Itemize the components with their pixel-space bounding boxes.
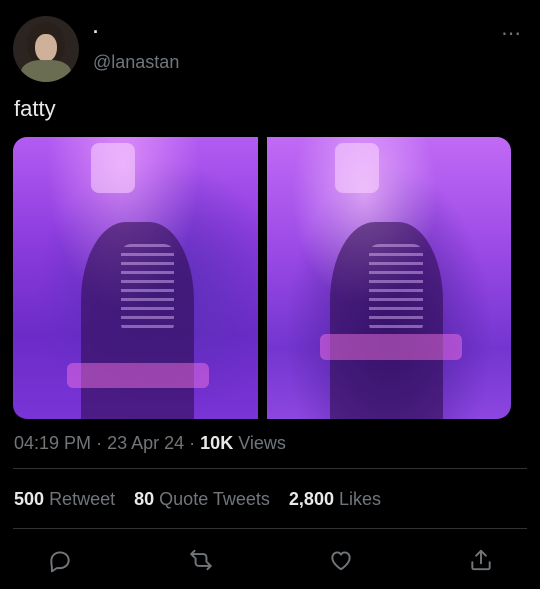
divider xyxy=(13,468,527,469)
quotes-label: Quote Tweets xyxy=(159,489,270,509)
retweet-icon xyxy=(190,549,212,571)
retweets-count: 500 xyxy=(14,489,45,509)
views-label: Views xyxy=(238,433,286,453)
tweet-time[interactable]: 04:19 PM xyxy=(14,433,91,453)
avatar-face xyxy=(35,34,57,62)
heart-icon xyxy=(331,551,351,571)
photo-phone-glow xyxy=(91,142,136,194)
likes-count: 2,800 xyxy=(288,489,334,509)
tweet-date[interactable]: 23 Apr 24 xyxy=(107,433,184,453)
more-options-icon[interactable]: ⋯ xyxy=(501,24,522,44)
display-name[interactable]: · xyxy=(93,22,99,42)
tweet-photo-2[interactable] xyxy=(266,137,511,419)
retweets-stat[interactable]: 500 Retweet xyxy=(14,489,120,509)
user-handle[interactable]: @lanastan xyxy=(93,51,179,73)
share-icon xyxy=(471,549,491,571)
reply-button[interactable] xyxy=(44,544,76,576)
quotes-count: 80 xyxy=(134,489,155,509)
photo-figure-waist xyxy=(66,362,209,388)
tweet-media xyxy=(13,137,511,419)
tweet-stats: 500 Retweet 80 Quote Tweets 2,800 Likes xyxy=(14,487,395,511)
share-button[interactable] xyxy=(465,544,497,576)
like-button[interactable] xyxy=(325,544,357,576)
likes-label: Likes xyxy=(338,489,382,509)
avatar-coat xyxy=(21,60,71,82)
meta-separator: · xyxy=(189,433,196,453)
likes-stat[interactable]: 2,800 Likes xyxy=(289,489,381,509)
divider xyxy=(13,528,527,529)
retweets-label: Retweet xyxy=(49,489,116,509)
quotes-stat[interactable]: 80 Quote Tweets xyxy=(134,489,275,509)
meta-separator: · xyxy=(96,433,103,453)
photo-phone-glow xyxy=(334,142,379,194)
photo-figure-top xyxy=(120,244,175,335)
tweet-actions xyxy=(0,544,540,576)
tweet-photo-1[interactable] xyxy=(13,137,258,419)
views-count: 10K xyxy=(200,433,234,453)
tweet-text: fatty xyxy=(14,96,56,121)
reply-icon xyxy=(50,551,70,573)
avatar[interactable] xyxy=(13,16,79,82)
retweet-button[interactable] xyxy=(185,544,217,576)
photo-figure-waist xyxy=(320,334,463,360)
tweet-meta: 04:19 PM · 23 Apr 24 · 10K Views xyxy=(14,431,286,455)
photo-figure-top xyxy=(369,244,423,335)
